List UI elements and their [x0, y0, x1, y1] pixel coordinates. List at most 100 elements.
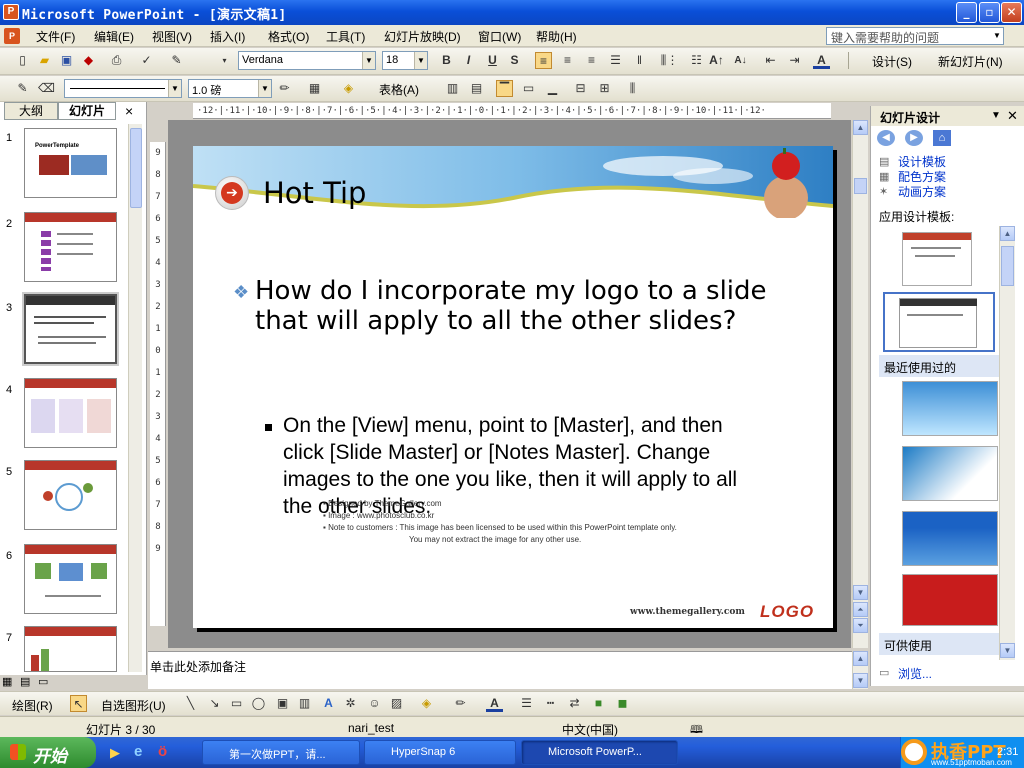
format-painter-icon[interactable]: ✎ — [168, 52, 185, 69]
home-icon[interactable]: ⌂ — [933, 130, 951, 146]
menu-slideshow[interactable]: 幻灯片放映(D) — [384, 28, 461, 45]
distribute-icon[interactable]: ☰ — [607, 52, 624, 69]
help-search-input[interactable]: 键入需要帮助的问题 — [826, 27, 1004, 45]
align-middle-icon[interactable]: ▭ — [520, 80, 537, 97]
slide-sorter-icon[interactable]: ▤ — [20, 675, 30, 688]
split-cell-icon[interactable]: ▤ — [468, 80, 485, 97]
close-button[interactable]: ✕ — [1001, 2, 1022, 23]
increase-indent-icon[interactable]: ⇥ — [786, 52, 803, 69]
start-button[interactable]: 开始 — [0, 737, 96, 768]
picture-icon[interactable]: ▨ — [388, 695, 405, 712]
slide-thumbnail-1[interactable]: PowerTemplate — [24, 128, 117, 198]
increase-font-icon[interactable]: A↑ — [708, 52, 725, 69]
browse-link[interactable]: 浏览... — [898, 665, 932, 682]
slide-thumbnail-3[interactable] — [24, 294, 117, 364]
template-recent-3[interactable] — [902, 511, 998, 566]
menu-format[interactable]: 格式(O) — [268, 28, 309, 45]
menu-file[interactable]: 文件(F) — [36, 28, 75, 45]
quicklaunch-media-icon[interactable]: ▶ — [110, 745, 120, 761]
slide-thumbnail-7[interactable] — [24, 626, 117, 672]
underline-button[interactable]: U — [484, 52, 501, 69]
arrow-style-icon[interactable]: ⇄ — [566, 695, 583, 712]
scroll-thumb[interactable] — [1001, 246, 1014, 286]
italic-button[interactable]: I — [460, 52, 477, 69]
scroll-up-icon[interactable]: ▲ — [853, 120, 868, 135]
toolbar-options-icon[interactable]: ▾ — [216, 52, 233, 69]
slide-question[interactable]: How do I incorporate my logo to a slide … — [255, 276, 775, 336]
slides-scrollbar[interactable] — [128, 124, 142, 672]
wordart-icon[interactable]: A — [320, 695, 337, 712]
textbox-icon[interactable]: ▣ — [274, 695, 291, 712]
draw-menu-button[interactable]: 绘图(R) — [12, 697, 53, 714]
merge-cells-icon[interactable]: ▥ — [444, 80, 461, 97]
template-recent-4[interactable] — [902, 574, 998, 626]
tab-slides[interactable]: 幻灯片 — [58, 102, 116, 120]
diagram-icon[interactable]: ✲ — [342, 695, 359, 712]
scroll-up-icon[interactable]: ▲ — [853, 651, 868, 666]
menu-view[interactable]: 视图(V) — [152, 28, 192, 45]
slideshow-icon[interactable]: ▭ — [38, 675, 48, 688]
back-icon[interactable]: ◀ — [877, 130, 895, 146]
scroll-thumb[interactable] — [130, 128, 142, 208]
table-options-icon[interactable]: ⫼ — [624, 80, 641, 97]
3d-style-icon[interactable]: ◼ — [614, 695, 631, 712]
font-color-icon[interactable]: A — [486, 695, 503, 712]
taskbar-item-document[interactable]: 第一次做PPT，请... — [202, 740, 360, 765]
next-slide-icon[interactable]: ⏷ — [853, 618, 868, 633]
slide-thumbnail-5[interactable] — [24, 460, 117, 530]
scroll-down-icon[interactable]: ▼ — [853, 673, 868, 688]
oval-icon[interactable]: ◯ — [250, 695, 267, 712]
line-color-icon[interactable]: ✏ — [452, 695, 469, 712]
task-pane-scrollbar[interactable]: ▲ ▼ — [999, 226, 1015, 660]
slide-scrollbar[interactable]: ▲ ▼ ⏶ ⏷ — [852, 120, 868, 648]
restore-button[interactable]: ▫ — [979, 2, 1000, 23]
decrease-font-icon[interactable]: A↓ — [732, 52, 749, 69]
chevron-down-icon[interactable]: ▼ — [168, 80, 181, 97]
scroll-thumb[interactable] — [854, 178, 867, 194]
save-icon[interactable]: ▣ — [58, 52, 75, 69]
template-recent-1[interactable] — [902, 381, 998, 436]
quicklaunch-ie-icon[interactable]: e — [134, 743, 142, 760]
distribute-rows-icon[interactable]: ⊟ — [572, 80, 589, 97]
numbering-icon[interactable]: ⋮ — [664, 52, 681, 69]
menu-edit[interactable]: 编辑(E) — [94, 28, 134, 45]
line-icon[interactable]: ╲ — [182, 695, 199, 712]
help-dropdown-icon[interactable]: ▼ — [993, 31, 1001, 40]
line-style-icon[interactable]: ☰ — [518, 695, 535, 712]
template-used-1[interactable] — [902, 232, 972, 286]
align-left-icon[interactable]: ≡ — [535, 52, 552, 69]
current-slide[interactable]: ➔ Hot Tip ❖ How do I incorporate my logo… — [193, 146, 833, 628]
design-button[interactable]: 设计(S) — [872, 53, 912, 70]
spelling-icon[interactable]: ✓ — [138, 52, 155, 69]
slide-thumbnail-6[interactable] — [24, 544, 117, 614]
normal-view-icon[interactable]: ▦ — [2, 675, 12, 688]
rectangle-icon[interactable]: ▭ — [228, 695, 245, 712]
align-right-icon[interactable]: ≡ — [583, 52, 600, 69]
forward-icon[interactable]: ▶ — [905, 130, 923, 146]
scroll-down-icon[interactable]: ▼ — [853, 585, 868, 600]
notes-pane[interactable]: 单击此处添加备注 — [148, 651, 854, 689]
borders-icon[interactable]: ▦ — [306, 80, 323, 97]
new-icon[interactable]: ▯ — [14, 52, 31, 69]
open-icon[interactable]: ▰ — [36, 52, 53, 69]
arrow-icon[interactable]: ↘ — [206, 695, 223, 712]
chevron-down-icon[interactable]: ▼ — [414, 52, 427, 69]
powerpoint-app-icon[interactable]: P — [3, 4, 19, 20]
draw-table-icon[interactable]: ✎ — [14, 80, 31, 97]
columns-icon[interactable]: ‖ — [631, 52, 648, 69]
font-size-select[interactable]: 18 ▼ — [382, 51, 428, 70]
menu-tools[interactable]: 工具(T) — [326, 28, 365, 45]
table-menu-button[interactable]: 表格(A) — [379, 81, 419, 98]
scroll-down-icon[interactable]: ▼ — [1000, 643, 1015, 658]
notes-scrollbar[interactable]: ▲ ▼ — [852, 651, 868, 689]
fill-color-icon[interactable]: ◈ — [418, 695, 435, 712]
print-icon[interactable]: ⎙ — [108, 52, 125, 69]
vertical-textbox-icon[interactable]: ▥ — [296, 695, 313, 712]
scroll-up-icon[interactable]: ▲ — [1000, 226, 1015, 241]
tab-outline[interactable]: 大纲 — [4, 102, 58, 120]
pane-menu-icon[interactable]: ▼ — [991, 110, 1001, 121]
select-objects-icon[interactable]: ↖ — [70, 695, 87, 712]
bullets-icon[interactable]: ☷ — [688, 52, 705, 69]
close-icon[interactable]: ✕ — [1007, 108, 1018, 124]
menu-help[interactable]: 帮助(H) — [536, 28, 577, 45]
